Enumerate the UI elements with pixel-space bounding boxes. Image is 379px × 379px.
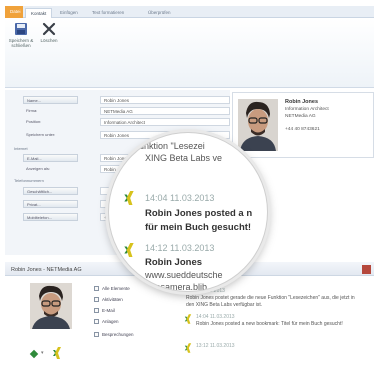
people-item-email[interactable]: E-Mail — [94, 306, 115, 315]
save-close-label: Speichern & schließen — [8, 38, 34, 48]
delete-icon — [42, 22, 56, 36]
xing-icon — [124, 243, 134, 257]
magnifier-lens: unktion "Lesezei XING Beta Labs ve 14:04… — [108, 132, 268, 292]
display-label: Speichern unter: — [26, 132, 56, 137]
people-pane-toggle[interactable] — [362, 265, 371, 274]
people-item-meetings[interactable]: Besprechungen — [94, 330, 134, 339]
email-label-button[interactable]: E-Mail... — [23, 154, 78, 162]
tab-format-text[interactable]: Text formatieren — [87, 8, 129, 18]
lens-text: Robin Jones — [145, 257, 203, 268]
lens-text: ...rosamera.blib — [145, 282, 208, 292]
tab-file[interactable]: Datei — [5, 6, 23, 18]
xing-icon — [184, 314, 192, 324]
lens-text: für mein Buch gesucht! — [145, 222, 252, 233]
card-phone: +44 40 8743621 — [285, 127, 320, 132]
lens-text: XING Beta Labs ve — [145, 153, 223, 163]
people-item-activities[interactable]: Aktivitäten — [94, 295, 123, 304]
phone-business-button[interactable]: Geschäftlich... — [23, 187, 78, 195]
phone-home-button[interactable]: Privat... — [23, 200, 78, 208]
position-field[interactable]: Information Architect — [100, 118, 230, 126]
contact-photo — [238, 99, 278, 151]
card-company: NETMedia AG — [285, 114, 316, 119]
save-close-button[interactable]: Speichern & schließen — [7, 22, 35, 48]
company-field[interactable]: NETMedia AG — [100, 107, 230, 115]
people-pane-photo — [30, 283, 72, 329]
phone-mobile-button[interactable]: Mobiltelefon... — [23, 213, 78, 221]
name-field[interactable]: Robin Jones — [100, 96, 230, 104]
tab-insert[interactable]: Einfügen — [55, 8, 83, 18]
feed-text: Robin Jones posted a new bookmark: Titel… — [196, 321, 343, 327]
feed-date: 19:07 10.03.2013 — [186, 288, 225, 294]
card-title: Information Architect — [285, 107, 329, 112]
card-name: Robin Jones — [285, 99, 319, 105]
feed-date: 14:04 11.03.2013 — [196, 314, 235, 320]
people-item-all[interactable]: Alle Elemente — [94, 284, 130, 293]
xing-icon — [124, 191, 134, 205]
delete-label: Löschen — [40, 38, 58, 43]
people-item-attachments[interactable]: Anlagen — [94, 317, 119, 326]
xing-icon — [184, 343, 192, 353]
lens-date: 14:04 11.03.2013 — [145, 193, 215, 203]
xing-icon — [53, 347, 61, 359]
people-pane-title: Robin Jones - NETMedia AG — [11, 267, 82, 273]
save-icon — [15, 23, 27, 35]
feed-date: 13:12 11.03.2013 — [196, 343, 235, 349]
chevron-down-icon[interactable]: ▾ — [41, 350, 44, 356]
lens-text: unktion "Lesezei — [139, 141, 205, 151]
tab-review[interactable]: Überprüfen — [143, 8, 176, 18]
company-label: Firma: — [26, 108, 38, 113]
lens-text: Robin Jones posted a n — [145, 208, 253, 219]
feed-item: 14:04 11.03.2013 Robin Jones posted a ne… — [196, 314, 368, 328]
business-card: Robin Jones Information Architect NETMed… — [232, 92, 374, 158]
delete-button[interactable]: Löschen — [35, 22, 63, 43]
internet-section-title: Internet — [14, 146, 28, 151]
lens-text: www.sueddeutsche — [145, 270, 223, 280]
lens-date: 14:12 11.03.2013 — [145, 243, 215, 253]
feed-item: 13:12 11.03.2013 — [196, 343, 235, 350]
feed-item: 19:07 10.03.2013 Robin Jones postet gera… — [186, 288, 356, 309]
feed-text: Robin Jones postet gerade die neue Funkt… — [186, 295, 355, 308]
display-as-label: Anzeigen als: — [26, 166, 51, 171]
ribbon-body: Speichern & schließen Löschen — [5, 18, 374, 88]
name-label-button[interactable]: Name... — [23, 96, 78, 104]
ribbon-tab-bar: Datei Kontakt Einfügen Text formatieren … — [5, 6, 374, 18]
phones-section-title: Telefonnummern — [14, 178, 44, 183]
tab-contact[interactable]: Kontakt — [25, 8, 53, 18]
position-label: Position: — [26, 119, 42, 124]
